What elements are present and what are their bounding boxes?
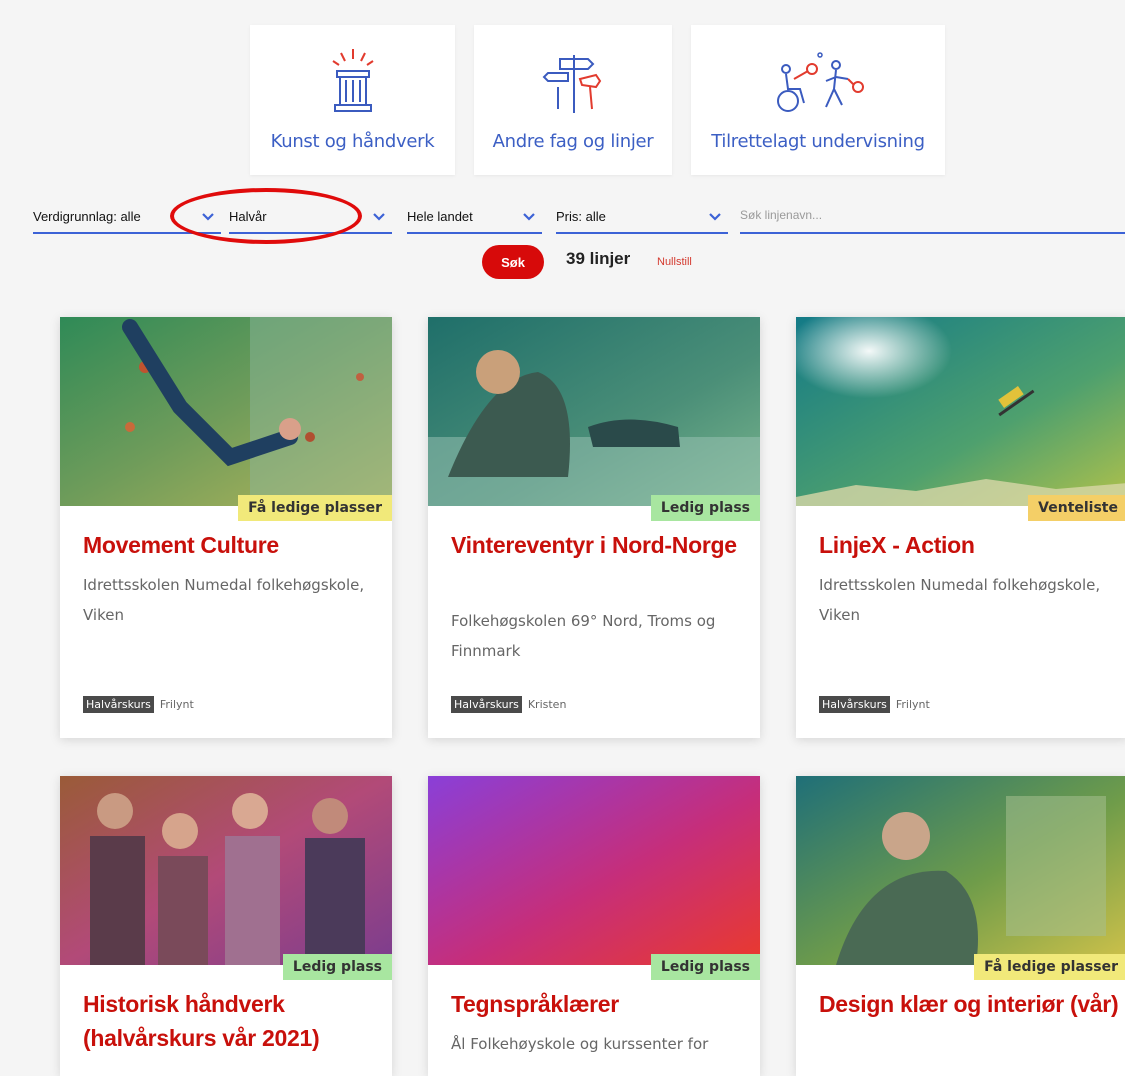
verdigrunnlag-select[interactable]: Verdigrunnlag: alle: [33, 206, 221, 234]
course-school: Folkehøgskolen 69° Nord, Troms og Finnma…: [451, 612, 716, 660]
chevron-down-icon: [523, 213, 535, 221]
search-button[interactable]: Søk: [482, 245, 544, 279]
course-title[interactable]: Vintereventyr i Nord-Norge: [451, 528, 751, 562]
category-label: Kunst og håndverk: [270, 131, 435, 152]
search-field[interactable]: [740, 206, 1125, 234]
tag-value: Frilynt: [159, 698, 194, 711]
tag-duration: Halvårskurs: [83, 696, 154, 713]
chevron-down-icon: [202, 213, 214, 221]
course-image: [796, 776, 1125, 965]
course-title[interactable]: Movement Culture: [83, 528, 383, 562]
course-image: [428, 776, 760, 965]
result-count: 39 linjer: [566, 249, 631, 268]
tag-value: Kristen: [527, 698, 567, 711]
availability-badge: Få ledige plasser: [238, 495, 392, 521]
course-image: [60, 317, 392, 506]
pris-value: Pris: alle: [556, 209, 606, 224]
region-value: Hele landet: [407, 209, 473, 224]
category-kunst-og-handverk[interactable]: Kunst og håndverk: [250, 25, 455, 175]
course-image: [60, 776, 392, 965]
course-card[interactable]: Venteliste LinjeX - Action Idrettsskolen…: [796, 317, 1125, 738]
availability-badge: Ledig plass: [650, 495, 760, 521]
region-select[interactable]: Hele landet: [407, 206, 542, 234]
availability-badge: Venteliste: [1028, 495, 1125, 521]
course-title[interactable]: Design klær og interiør (vår): [819, 987, 1119, 1021]
course-card[interactable]: Ledig plass Tegnspråklærer Ål Folkehøysk…: [428, 776, 760, 1076]
availability-badge: Ledig plass: [650, 954, 760, 980]
availability-badge: Få ledige plasser: [974, 954, 1125, 980]
availability-badge: Ledig plass: [282, 954, 392, 980]
chevron-down-icon: [709, 213, 721, 221]
chevron-down-icon: [373, 213, 385, 221]
course-school: Idrettsskolen Numedal folkehøgskole, Vik…: [819, 576, 1101, 624]
course-image: [796, 317, 1125, 506]
tag-duration: Halvårskurs: [451, 696, 522, 713]
course-tags: Halvårskurs Frilynt: [83, 696, 194, 713]
periode-select[interactable]: Halvår: [229, 206, 392, 234]
tag-duration: Halvårskurs: [819, 696, 890, 713]
verdigrunnlag-value: Verdigrunnlag: alle: [33, 209, 141, 224]
course-tags: Halvårskurs Kristen: [451, 696, 567, 713]
course-title[interactable]: LinjeX - Action: [819, 528, 1119, 562]
course-card[interactable]: Få ledige plasser Movement Culture Idret…: [60, 317, 392, 738]
course-card[interactable]: Ledig plass Historisk håndverk (halvårsk…: [60, 776, 392, 1076]
tag-value: Frilynt: [895, 698, 930, 711]
course-title[interactable]: Tegnspråklærer: [451, 987, 751, 1021]
category-label: Tilrettelagt undervisning: [711, 131, 925, 152]
signpost-icon: [542, 55, 602, 113]
course-image: [428, 317, 760, 506]
course-card[interactable]: Få ledige plasser Design klær og interiø…: [796, 776, 1125, 1076]
reset-link[interactable]: Nullstill: [657, 256, 692, 268]
course-title[interactable]: Historisk håndverk (halvårskurs vår 2021…: [83, 987, 383, 1055]
course-school: Ål Folkehøyskole og kurssenter for: [451, 1035, 709, 1053]
course-school: Idrettsskolen Numedal folkehøgskole, Vik…: [83, 576, 365, 624]
category-andre-fag[interactable]: Andre fag og linjer: [474, 25, 672, 175]
search-input[interactable]: [740, 208, 1040, 222]
pillar-icon: [331, 49, 374, 112]
course-tags: Halvårskurs Frilynt: [819, 696, 930, 713]
category-label: Andre fag og linjer: [492, 131, 654, 152]
course-card[interactable]: Ledig plass Vintereventyr i Nord-Norge F…: [428, 317, 760, 738]
wheelchair-sports-icon: [777, 52, 864, 112]
periode-value: Halvår: [229, 209, 267, 224]
category-tilrettelagt[interactable]: Tilrettelagt undervisning: [691, 25, 945, 175]
pris-select[interactable]: Pris: alle: [556, 206, 728, 234]
